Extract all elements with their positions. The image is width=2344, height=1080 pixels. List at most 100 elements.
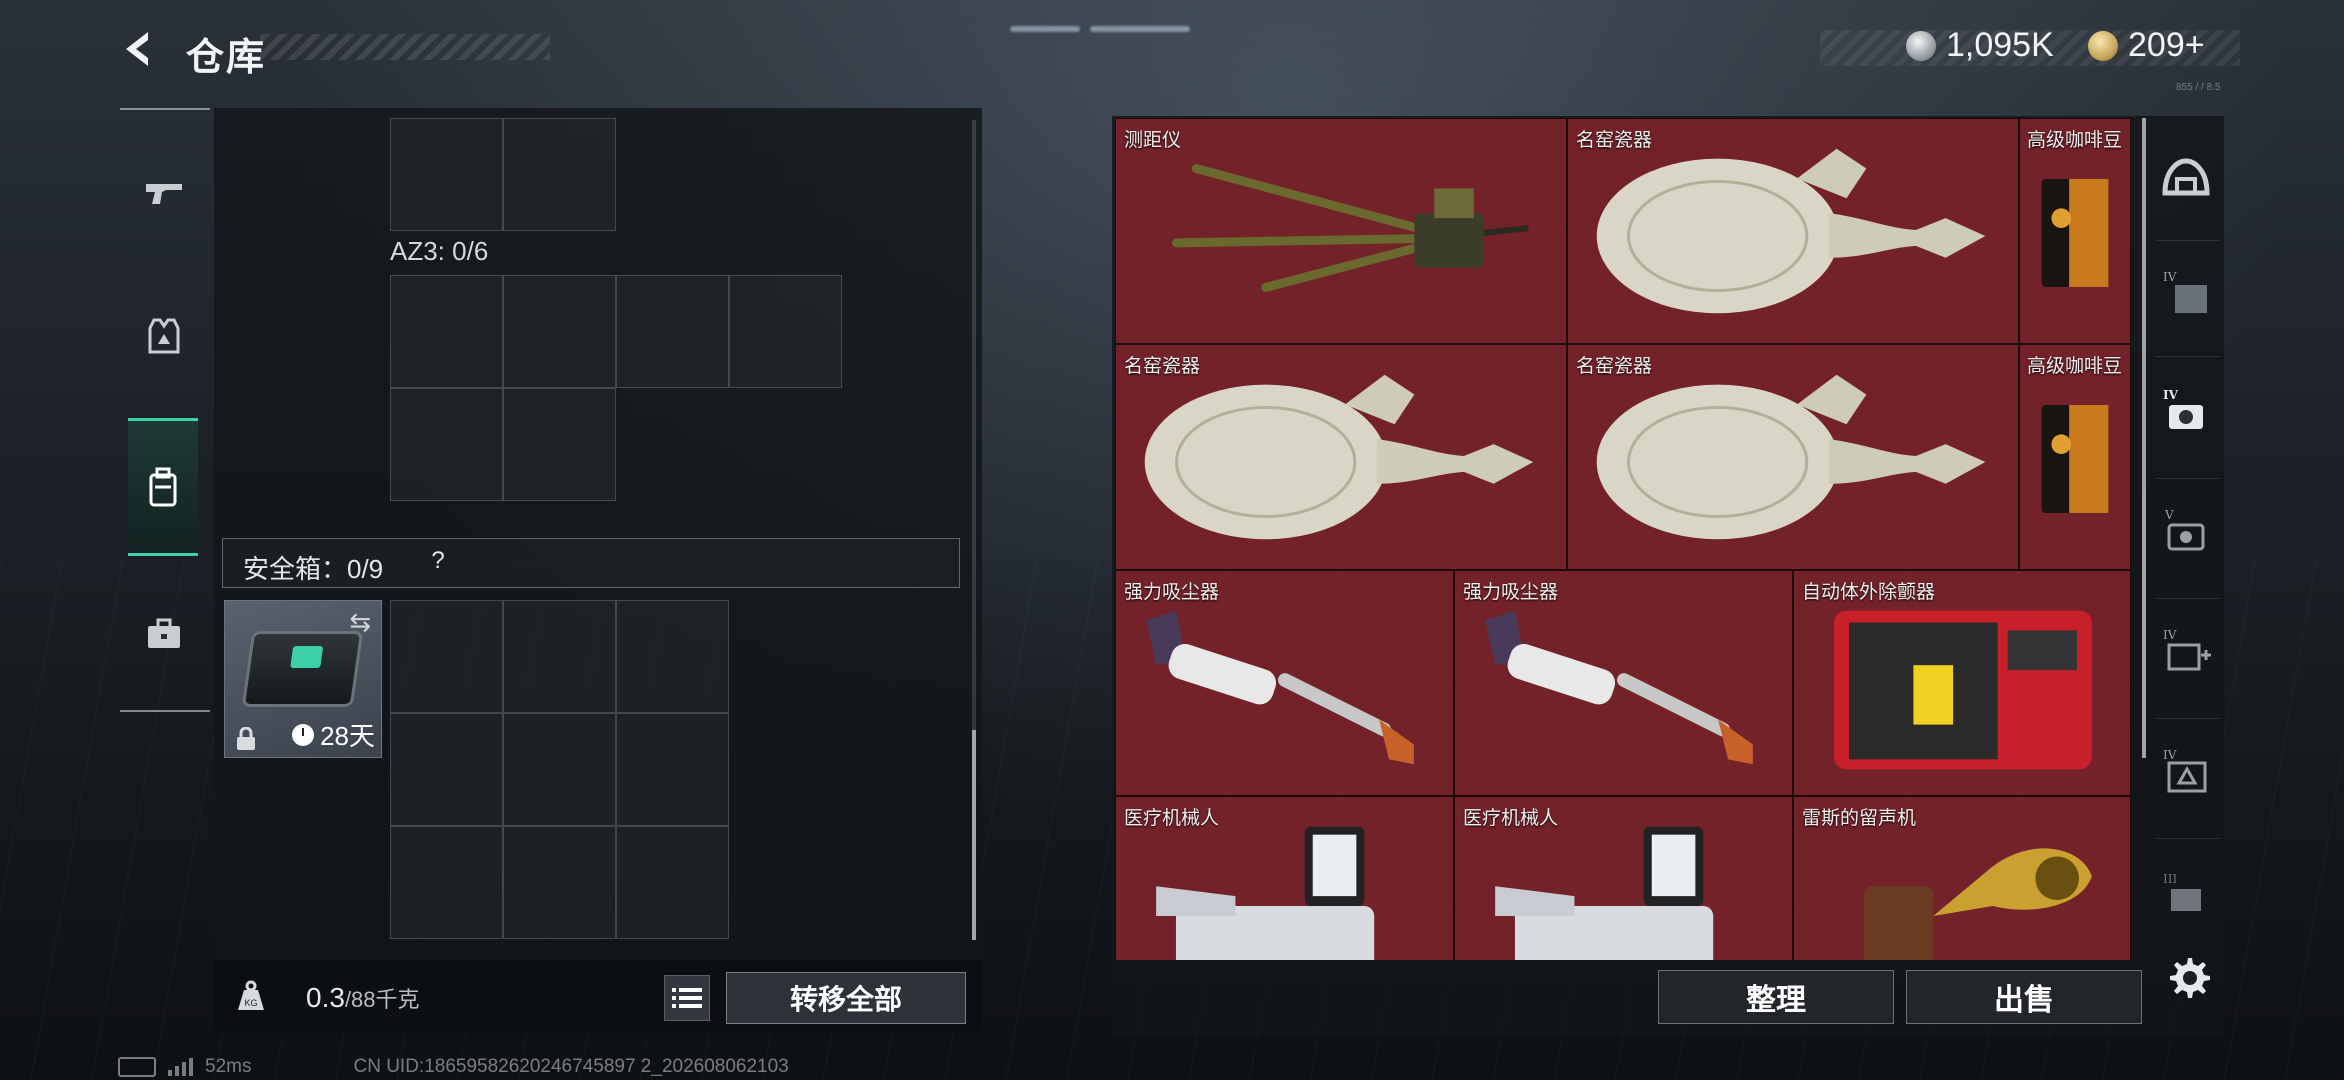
silver-coin-icon xyxy=(1906,30,1936,61)
weight-icon: KG xyxy=(238,980,264,1010)
stash-item-coffee[interactable]: 高级咖啡豆 xyxy=(2019,344,2131,570)
pistol-icon xyxy=(146,184,182,204)
vacuum-icon xyxy=(1485,610,1753,765)
safe-case-icon xyxy=(241,631,364,707)
help-icon[interactable]: ? xyxy=(423,547,453,577)
grid-slot[interactable] xyxy=(616,826,729,939)
silver-currency[interactable]: 1,095K xyxy=(1906,26,2054,65)
stash-item-porcelain[interactable]: 名窑瓷器 xyxy=(1567,118,2019,344)
grid-slot[interactable] xyxy=(390,118,503,231)
az3-grid xyxy=(390,275,842,501)
tab-separator xyxy=(2156,478,2220,479)
box-icon: IV xyxy=(2163,270,2207,313)
az3-label: AZ3: 0/6 xyxy=(390,236,489,266)
stash-item-vacuum[interactable]: 强力吸尘器 xyxy=(1454,570,1793,796)
tab-separator xyxy=(2156,718,2220,719)
grid-slot[interactable] xyxy=(390,275,503,388)
tool-icon: III xyxy=(2163,872,2201,911)
grid-slot[interactable] xyxy=(616,275,729,388)
svg-text:IV: IV xyxy=(2163,388,2179,402)
lock-icon xyxy=(237,727,255,750)
transfer-all-button[interactable]: 转移全部 xyxy=(726,972,966,1024)
tier-iv-medkit-tab[interactable]: IV xyxy=(2156,620,2220,684)
grid-slot[interactable] xyxy=(503,713,616,826)
armor-icon: IV xyxy=(2163,748,2207,793)
safe-box-label: 安全箱：0/9 xyxy=(243,554,384,584)
tier-v-camera-tab[interactable]: V xyxy=(2156,500,2220,564)
tier-iv-camera-tab[interactable]: IV xyxy=(2156,380,2220,444)
grid-slot[interactable] xyxy=(616,600,729,713)
tab-divider xyxy=(120,710,210,712)
settings-gear-icon[interactable] xyxy=(2164,954,2212,1002)
title-stripe xyxy=(260,34,550,60)
porcelain-vase-icon xyxy=(1596,148,1986,314)
gold-coin-icon xyxy=(2088,30,2118,61)
safe-item-duration: 28天 xyxy=(292,716,375,753)
stash-scrollbar[interactable] xyxy=(2142,118,2146,758)
safe-box-header: 安全箱：0/9 ? xyxy=(222,538,960,588)
grid-slot[interactable] xyxy=(503,275,616,388)
safe-box-grid xyxy=(390,600,729,939)
tier-iii-tool-tab[interactable]: III xyxy=(2156,864,2220,928)
grid-slot[interactable] xyxy=(503,388,616,501)
tab-gear[interactable] xyxy=(128,300,200,372)
tab-separator xyxy=(2156,838,2220,839)
grid-slot[interactable] xyxy=(616,713,729,826)
helmet-icon xyxy=(2162,158,2210,196)
organize-button[interactable]: 整理 xyxy=(1658,970,1894,1024)
helmet-tab[interactable] xyxy=(2154,148,2218,212)
grid-slot[interactable] xyxy=(390,600,503,713)
tier-iv-box-tab[interactable]: IV xyxy=(2156,262,2220,326)
gramophone-icon xyxy=(1863,848,2092,960)
container-scroll-thumb[interactable] xyxy=(972,730,976,940)
stash-item-vacuum[interactable]: 强力吸尘器 xyxy=(1115,570,1454,796)
aed-icon xyxy=(1834,610,2092,770)
camera-icon: IV xyxy=(2163,388,2203,429)
stash-item-medical-robot[interactable]: 医疗机械人 xyxy=(1115,796,1454,960)
weight-value: 0.3 xyxy=(306,982,345,1013)
svg-text:III: III xyxy=(2163,872,2177,886)
swap-icon[interactable]: ⇆ xyxy=(349,607,371,638)
safe-box-item[interactable]: ⇆ 28天 xyxy=(224,600,382,758)
svg-text:KG: KG xyxy=(244,998,257,1008)
stash-item-rangefinder[interactable]: 测距仪 xyxy=(1115,118,1567,344)
grid-slot[interactable] xyxy=(729,275,842,388)
grid-slot[interactable] xyxy=(503,600,616,713)
medkit-icon: IV xyxy=(2163,628,2211,671)
stash-grid: 测距仪 名窑瓷器 高级咖啡豆 名窑瓷器 名窑瓷器 高级咖啡豆 强力吸尘器 强力吸… xyxy=(1115,118,2131,960)
back-button[interactable] xyxy=(114,24,164,74)
medical-robot-icon xyxy=(1495,826,1714,960)
stash-item-medical-robot[interactable]: 医疗机械人 xyxy=(1454,796,1793,960)
stash-item-porcelain[interactable]: 名窑瓷器 xyxy=(1567,344,2019,570)
tier-iv-armor-tab[interactable]: IV xyxy=(2156,740,2220,804)
tab-separator xyxy=(2156,356,2220,357)
tab-weapon[interactable] xyxy=(128,156,200,228)
svg-text:IV: IV xyxy=(2163,628,2177,642)
backpack-icon xyxy=(149,467,177,507)
grid-gap xyxy=(616,388,729,501)
tab-case[interactable] xyxy=(128,598,200,670)
grid-slot[interactable] xyxy=(503,826,616,939)
grid-slot[interactable] xyxy=(390,713,503,826)
grid-slot[interactable] xyxy=(390,826,503,939)
medical-robot-icon xyxy=(1156,826,1375,960)
ceiling-light xyxy=(1010,26,1080,32)
coffee-bag-icon xyxy=(2041,404,2109,513)
grid-slot[interactable] xyxy=(503,118,616,231)
sell-button[interactable]: 出售 xyxy=(1906,970,2142,1024)
porcelain-vase-icon xyxy=(1144,374,1534,540)
silver-currency-value: 1,095K xyxy=(1946,26,2054,64)
grid-slot[interactable] xyxy=(390,388,503,501)
stash-item-gramophone[interactable]: 雷斯的留声机 xyxy=(1793,796,2131,960)
grid-gap xyxy=(729,388,842,501)
tab-backpack[interactable] xyxy=(128,418,198,556)
list-view-button[interactable] xyxy=(664,975,710,1021)
back-arrow-icon xyxy=(126,32,148,66)
stash-item-aed[interactable]: 自动体外除颤器 xyxy=(1793,570,2131,796)
porcelain-vase-icon xyxy=(1596,374,1986,540)
tab-separator xyxy=(2156,598,2220,599)
page-title: 仓库 xyxy=(186,37,267,79)
stash-item-porcelain[interactable]: 名窑瓷器 xyxy=(1115,344,1567,570)
gold-currency[interactable]: 209+ xyxy=(2088,26,2205,65)
stash-item-coffee[interactable]: 高级咖啡豆 xyxy=(2019,118,2131,344)
